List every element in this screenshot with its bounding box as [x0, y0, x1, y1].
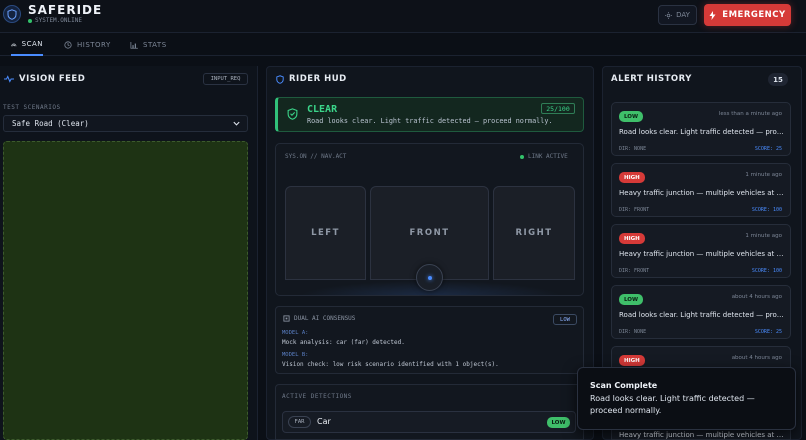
bolt-icon [709, 10, 716, 20]
alert-text: Heavy traffic junction — multiple vehicl… [619, 431, 787, 439]
toast-message: Road looks clear. Light traffic detected… [590, 394, 755, 415]
main-tabs: SCAN HISTORY STATS [0, 34, 806, 56]
alert-time: 1 minute ago [745, 233, 782, 239]
alert-severity-badge: LOW [619, 294, 644, 305]
rider-position-dot [427, 275, 432, 280]
tab-stats[interactable]: STATS [130, 34, 167, 56]
alert-time: 1 minute ago [745, 172, 782, 178]
app-title: SAFERIDE [28, 3, 103, 17]
test-scenarios-label: TEST SCENARIOS [3, 104, 61, 111]
risk-score: 25/100 [541, 103, 575, 114]
tab-history[interactable]: HISTORY [64, 34, 111, 56]
alert-card[interactable]: LOW less than a minute ago Road looks cl… [611, 102, 791, 156]
tab-scan[interactable]: SCAN [11, 34, 43, 56]
day-mode-label: DAY [676, 11, 690, 19]
tab-stats-label: STATS [143, 41, 167, 49]
alert-history-title: ALERT HISTORY [611, 74, 692, 84]
alert-time: about 4 hours ago [731, 294, 782, 300]
alert-severity-badge: HIGH [619, 172, 645, 183]
alert-score: SCORE: 100 [751, 268, 782, 274]
alert-time: about 4 hours ago [731, 355, 782, 361]
alert-direction: DIR: FRONT [619, 207, 650, 213]
alert-card[interactable]: HIGH 1 minute ago Heavy traffic junction… [611, 224, 791, 278]
alert-card[interactable]: LOW about 4 hours ago Road looks clear. … [611, 285, 791, 339]
status-dot [28, 18, 32, 23]
model-b-label: MODEL B: [282, 352, 309, 358]
system-status: SYSTEM.ONLINE [28, 17, 82, 24]
emergency-label: EMERGENCY [722, 10, 786, 20]
tab-history-label: HISTORY [77, 41, 111, 49]
detection-distance-tag: FAR [288, 416, 311, 428]
alert-score: SCORE: 25 [754, 329, 782, 335]
sun-icon [665, 11, 673, 19]
clock-icon [64, 41, 72, 49]
toast-title: Scan Complete [590, 381, 658, 390]
alert-score: SCORE: 100 [751, 207, 782, 213]
model-a-text: Mock analysis: car (far) detected. [282, 339, 405, 346]
active-detections-title: ACTIVE DETECTIONS [282, 393, 352, 400]
rider-position-indicator [416, 264, 443, 291]
alert-text: Heavy traffic junction — multiple vehicl… [619, 250, 787, 258]
rider-hud-title: RIDER HUD [289, 74, 347, 84]
model-b-text: Vision check: low risk scenario identifi… [282, 361, 499, 368]
alert-time: less than a minute ago [718, 111, 782, 117]
hud-status-description: Road looks clear. Light traffic detected… [307, 117, 553, 125]
detection-label: Car [317, 417, 331, 426]
shield-check-icon [287, 108, 298, 120]
alert-score: SCORE: 25 [754, 146, 782, 152]
direction-left: LEFT [285, 186, 366, 280]
alert-severity-badge: HIGH [619, 233, 645, 244]
detection-risk-badge: LOW [547, 417, 570, 428]
alert-severity-badge: HIGH [619, 355, 645, 366]
shield-icon [276, 74, 284, 84]
link-status-dot [520, 154, 524, 159]
sys-nav-label: SYS.ON // NAV.ACT [285, 153, 347, 160]
model-a-label: MODEL A: [282, 330, 309, 336]
alert-direction: DIR: FRONT [619, 268, 650, 274]
direction-right: RIGHT [493, 186, 575, 280]
consensus-risk-badge: LOW [553, 314, 577, 325]
app-header: SAFERIDE SYSTEM.ONLINE DAY EMERGENCY [0, 0, 806, 33]
vision-feed-header: VISION FEED [4, 74, 85, 84]
alert-text: Road looks clear. Light traffic detected… [619, 128, 787, 136]
vision-feed-dropzone[interactable] [3, 141, 248, 440]
scenario-selected-value: Safe Road (Clear) [12, 119, 89, 128]
chart-icon [130, 41, 138, 49]
alert-card[interactable]: HIGH 1 minute ago Heavy traffic junction… [611, 163, 791, 217]
system-status-text: SYSTEM.ONLINE [35, 17, 82, 24]
radar-icon [11, 43, 17, 46]
consensus-title: DUAL AI CONSENSUS [294, 315, 356, 322]
alert-severity-badge: LOW [619, 111, 644, 122]
pulse-icon [4, 75, 14, 83]
day-mode-button[interactable]: DAY [658, 5, 697, 25]
emergency-button[interactable]: EMERGENCY [704, 4, 791, 26]
alert-direction: DIR: NONE [619, 146, 647, 152]
alert-text: Heavy traffic junction — multiple vehicl… [619, 189, 787, 197]
vision-feed-title: VISION FEED [19, 74, 86, 84]
input-required-badge: INPUT_REQ [203, 73, 248, 85]
hud-status-title: CLEAR [307, 104, 338, 115]
scenario-select[interactable]: Safe Road (Clear) [3, 115, 248, 132]
alert-direction: DIR: NONE [619, 329, 647, 335]
alert-text: Road looks clear. Light traffic detected… [619, 311, 787, 319]
tab-scan-label: SCAN [21, 40, 43, 48]
link-status-text: LINK ACTIVE [528, 153, 568, 160]
link-status: LINK ACTIVE [520, 153, 568, 160]
consensus-header: DUAL AI CONSENSUS [283, 315, 355, 322]
shield-icon [3, 5, 21, 23]
alert-count-badge: 15 [768, 73, 788, 86]
rider-hud-header: RIDER HUD [276, 74, 347, 84]
chip-icon [283, 315, 290, 322]
chevron-down-icon [233, 121, 240, 126]
